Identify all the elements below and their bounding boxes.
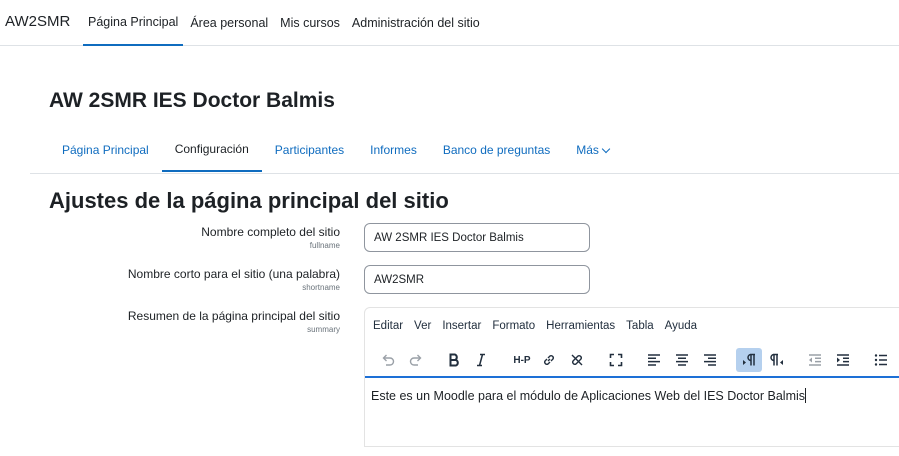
menu-formato[interactable]: Formato	[492, 320, 535, 332]
menu-ayuda[interactable]: Ayuda	[665, 320, 697, 332]
tab-mas[interactable]: Más	[563, 128, 622, 172]
editor-content-text: Este es un Moodle para el módulo de Apli…	[371, 389, 806, 403]
nav-pagina-principal[interactable]: Página Principal	[83, 0, 184, 46]
tab-pagina-principal[interactable]: Página Principal	[49, 128, 162, 172]
shortname-input[interactable]	[364, 265, 590, 294]
bold-button[interactable]	[441, 348, 467, 372]
top-navbar: AW2SMR Página Principal Área personal Mi…	[0, 0, 899, 46]
h5p-button[interactable]: H-P	[505, 348, 539, 372]
nav-area-personal[interactable]: Área personal	[185, 0, 273, 46]
text-caret	[805, 388, 807, 403]
align-right-button[interactable]	[697, 348, 723, 372]
divider	[30, 173, 899, 174]
fullscreen-button[interactable]	[603, 348, 629, 372]
tab-configuracion[interactable]: Configuración	[161, 128, 262, 172]
tab-banco-de-preguntas[interactable]: Banco de preguntas	[430, 128, 563, 172]
undo-icon	[382, 354, 395, 366]
tab-mas-label: Más	[576, 143, 599, 157]
link-button[interactable]	[536, 348, 562, 372]
outdent-icon	[809, 354, 821, 366]
unlink-icon	[571, 354, 583, 366]
link-icon	[544, 355, 554, 365]
nav-mis-cursos[interactable]: Mis cursos	[275, 0, 345, 46]
fullname-label: Nombre completo del sitio	[201, 225, 340, 239]
primary-navigation: Página Principal Área personal Mis curso…	[83, 0, 487, 46]
unlink-button[interactable]	[564, 348, 590, 372]
undo-button[interactable]	[375, 348, 401, 372]
align-center-button[interactable]	[669, 348, 695, 372]
summary-field-name: summary	[307, 325, 340, 334]
h5p-icon: H-P	[513, 354, 531, 366]
bullet-list-icon	[874, 354, 887, 366]
align-center-icon	[676, 354, 688, 366]
site-brand[interactable]: AW2SMR	[5, 13, 70, 30]
align-right-icon	[704, 354, 716, 366]
shortname-label-block: Nombre corto para el sitio (una palabra)…	[128, 267, 340, 293]
editor-menubar: Editar Ver Insertar Formato Herramientas…	[373, 320, 708, 332]
summary-label-block: Resumen de la página principal del sitio…	[128, 309, 340, 335]
ltr-icon	[743, 353, 755, 366]
course-title: AW 2SMR IES Doctor Balmis	[49, 89, 335, 112]
menu-ver[interactable]: Ver	[414, 320, 431, 332]
nav-administracion-del-sitio[interactable]: Administración del sitio	[347, 0, 485, 46]
outdent-button[interactable]	[802, 348, 828, 372]
page-heading: Ajustes de la página principal del sitio	[49, 188, 449, 213]
fullname-field-name: fullname	[309, 241, 340, 250]
fullname-input[interactable]	[364, 223, 590, 252]
shortname-label: Nombre corto para el sitio (una palabra)	[127, 267, 340, 281]
menu-editar[interactable]: Editar	[373, 320, 403, 332]
indent-button[interactable]	[830, 348, 856, 372]
editor-content-area[interactable]: Este es un Moodle para el módulo de Apli…	[365, 376, 899, 456]
rtl-button[interactable]	[764, 348, 790, 372]
secondary-navigation: Página Principal Configuración Participa…	[49, 128, 622, 172]
menu-insertar[interactable]: Insertar	[442, 320, 481, 332]
menu-herramientas[interactable]: Herramientas	[546, 320, 615, 332]
chevron-down-icon	[601, 144, 611, 153]
tab-participantes[interactable]: Participantes	[262, 128, 357, 172]
shortname-field-name: shortname	[302, 283, 340, 292]
align-left-icon	[648, 354, 660, 366]
bold-icon	[449, 353, 459, 367]
menu-tabla[interactable]: Tabla	[626, 320, 654, 332]
bullet-list-button[interactable]	[868, 348, 894, 372]
italic-button[interactable]	[468, 348, 494, 372]
ltr-button[interactable]	[736, 348, 762, 372]
redo-icon	[409, 354, 422, 366]
align-left-button[interactable]	[641, 348, 667, 372]
italic-icon	[477, 353, 485, 367]
rtl-icon	[770, 353, 783, 366]
tab-informes[interactable]: Informes	[357, 128, 430, 172]
summary-label: Resumen de la página principal del sitio	[127, 309, 340, 323]
indent-icon	[837, 354, 849, 366]
fullscreen-icon	[609, 353, 623, 367]
summary-editor: Editar Ver Insertar Formato Herramientas…	[364, 307, 899, 447]
redo-button[interactable]	[403, 348, 429, 372]
fullname-label-block: Nombre completo del sitio fullname	[201, 225, 340, 251]
